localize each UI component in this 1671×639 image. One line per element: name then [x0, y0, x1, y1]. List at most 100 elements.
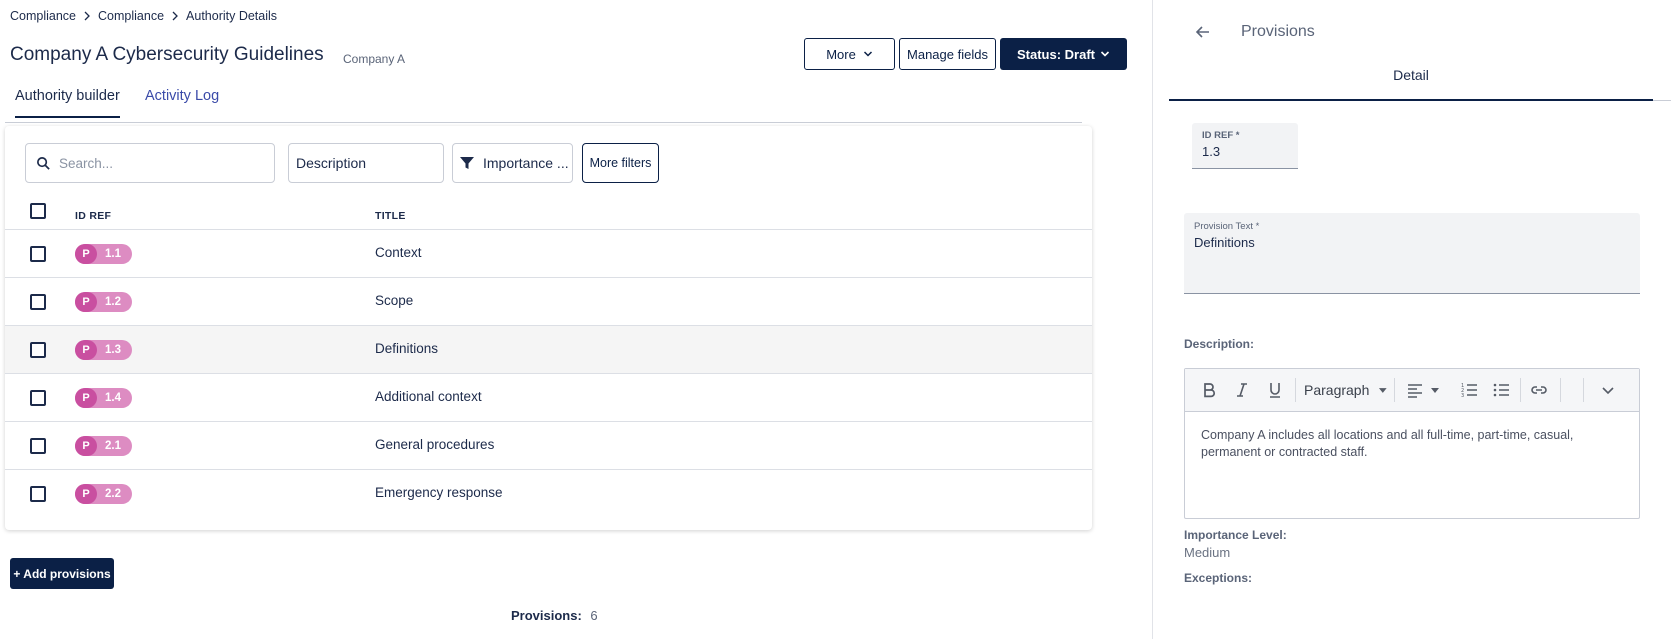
tab-divider — [1653, 100, 1671, 101]
table-row[interactable]: P 2.2 Emergency response — [5, 469, 1092, 517]
panel-title: Provisions — [1241, 23, 1315, 40]
badge-id: 1.4 — [105, 392, 121, 404]
provision-text-field[interactable]: Provision Text * Definitions — [1184, 213, 1640, 294]
align-icon[interactable] — [1403, 379, 1443, 401]
description-text[interactable]: Company A includes all locations and all… — [1201, 427, 1621, 461]
main-content: Compliance Compliance Authority Details … — [0, 0, 1152, 639]
search-icon — [37, 156, 50, 170]
column-header-id-ref[interactable]: ID REF — [75, 210, 111, 222]
status-button[interactable]: Status: Draft — [1000, 38, 1127, 70]
id-ref-label: ID REF * — [1202, 130, 1240, 141]
underline-icon[interactable] — [1265, 379, 1285, 401]
filter-icon — [460, 157, 474, 169]
toolbar-separator — [1295, 378, 1296, 402]
badge-prefix: P — [75, 340, 97, 360]
back-arrow-icon[interactable] — [1193, 22, 1213, 42]
chevron-right-icon — [76, 11, 98, 21]
row-checkbox[interactable] — [30, 294, 46, 310]
id-ref-value: 1.3 — [1202, 144, 1221, 159]
id-ref-badge: P 1.4 — [75, 388, 132, 408]
tab-bar: Authority builder Activity Log — [5, 80, 1082, 123]
row-checkbox[interactable] — [30, 390, 46, 406]
table-row-selected[interactable]: P 1.3 Definitions — [5, 325, 1092, 373]
chevron-down-icon — [863, 51, 872, 57]
provisions-count: Provisions: 6 — [511, 608, 598, 623]
row-title: Scope — [375, 293, 414, 308]
tab-activity-log[interactable]: Activity Log — [145, 88, 219, 116]
description-label: Description: — [1184, 337, 1255, 351]
id-ref-badge: P 1.1 — [75, 244, 132, 264]
page-title: Company A Cybersecurity Guidelines — [10, 44, 324, 65]
badge-prefix: P — [75, 484, 97, 504]
row-title: General procedures — [375, 437, 495, 452]
table-row[interactable]: P 2.1 General procedures — [5, 421, 1092, 469]
provision-text-label: Provision Text * — [1194, 221, 1260, 232]
breadcrumb-item-current: Authority Details — [186, 9, 278, 23]
more-filters-button[interactable]: More filters — [582, 143, 659, 183]
numbered-list-icon[interactable]: 123 — [1458, 379, 1480, 401]
row-title: Emergency response — [375, 485, 503, 500]
toolbar-separator — [1583, 378, 1584, 402]
table-row[interactable]: P 1.4 Additional context — [5, 373, 1092, 421]
badge-prefix: P — [75, 388, 97, 408]
toolbar-separator — [1560, 378, 1561, 402]
chevron-right-icon — [164, 11, 186, 21]
provisions-count-label: Provisions: — [511, 608, 582, 623]
link-icon[interactable] — [1528, 379, 1550, 401]
provisions-table-card: Search... Description Importance ... Mor… — [5, 126, 1092, 530]
bullet-list-icon[interactable] — [1490, 379, 1512, 401]
table-row[interactable]: P 1.1 Context — [5, 229, 1092, 277]
toolbar-separator — [1394, 378, 1395, 402]
search-placeholder: Search... — [59, 155, 114, 171]
row-title: Context — [375, 245, 422, 260]
badge-id: 2.1 — [105, 440, 121, 452]
caret-down-icon — [1379, 388, 1388, 393]
add-provisions-button[interactable]: + Add provisions — [10, 558, 114, 589]
search-input[interactable]: Search... — [25, 143, 275, 183]
id-ref-badge: P 2.2 — [75, 484, 132, 504]
paragraph-dropdown[interactable]: Paragraph — [1304, 379, 1388, 401]
provision-detail-panel: Provisions Detail ID REF * 1.3 Provision… — [1152, 0, 1671, 639]
badge-id: 2.2 — [105, 488, 121, 500]
row-checkbox[interactable] — [30, 438, 46, 454]
italic-icon[interactable] — [1232, 379, 1252, 401]
badge-prefix: P — [75, 292, 97, 312]
importance-level-value: Medium — [1184, 545, 1231, 560]
more-button-label: More — [826, 46, 856, 62]
chevron-down-icon[interactable] — [1597, 379, 1619, 401]
table-row[interactable]: P 1.2 Scope — [5, 277, 1092, 325]
breadcrumb: Compliance Compliance Authority Details — [10, 9, 277, 23]
svg-text:3: 3 — [1461, 393, 1464, 399]
badge-id: 1.3 — [105, 344, 121, 356]
badge-id: 1.1 — [105, 248, 121, 260]
row-title: Additional context — [375, 389, 482, 404]
description-editor: Paragraph 123 Company A includes all loc… — [1184, 368, 1640, 519]
toolbar-separator — [1520, 378, 1521, 402]
id-ref-field[interactable]: ID REF * 1.3 — [1192, 123, 1298, 169]
row-checkbox[interactable] — [30, 246, 46, 262]
badge-id: 1.2 — [105, 296, 121, 308]
tab-authority-builder[interactable]: Authority builder — [15, 88, 120, 118]
id-ref-badge: P 1.2 — [75, 292, 132, 312]
manage-fields-button[interactable]: Manage fields — [899, 38, 996, 70]
row-checkbox[interactable] — [30, 486, 46, 502]
importance-level-label: Importance Level: — [1184, 528, 1287, 542]
exceptions-label: Exceptions: — [1184, 571, 1253, 585]
badge-prefix: P — [75, 436, 97, 456]
importance-filter[interactable]: Importance ... — [452, 143, 573, 183]
column-header-title[interactable]: TITLE — [375, 210, 406, 222]
badge-prefix: P — [75, 244, 97, 264]
more-button[interactable]: More — [804, 38, 895, 70]
description-filter[interactable]: Description — [288, 143, 444, 183]
row-checkbox[interactable] — [30, 342, 46, 358]
status-button-label: Status: Draft — [1016, 46, 1095, 62]
breadcrumb-item-compliance-sub[interactable]: Compliance — [98, 9, 164, 23]
tab-detail[interactable]: Detail — [1169, 55, 1653, 101]
page-subtitle: Company A — [343, 52, 406, 66]
provision-text-value: Definitions — [1194, 235, 1255, 250]
provisions-count-value: 6 — [590, 608, 598, 623]
bold-icon[interactable] — [1199, 379, 1219, 401]
select-all-checkbox[interactable] — [30, 203, 46, 219]
editor-toolbar: Paragraph 123 — [1185, 369, 1639, 412]
breadcrumb-item-compliance[interactable]: Compliance — [10, 9, 76, 23]
